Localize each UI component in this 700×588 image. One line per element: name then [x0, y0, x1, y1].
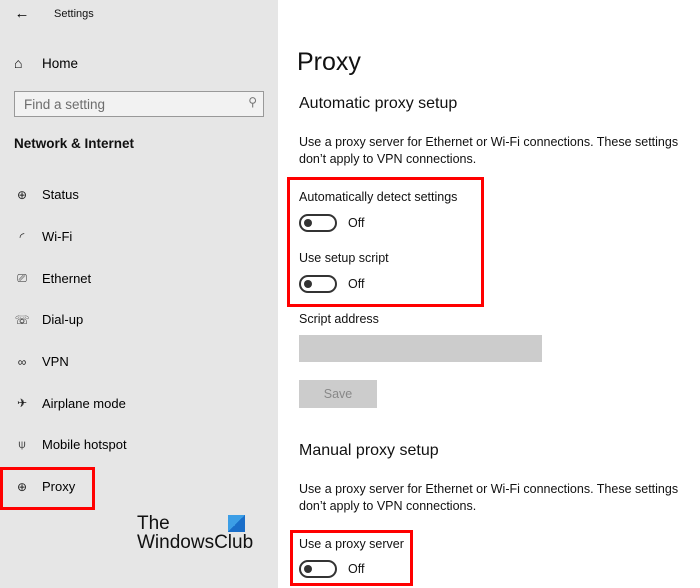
sidebar-item-label: Ethernet	[42, 270, 92, 286]
sidebar-item-label: Proxy	[42, 479, 76, 495]
search-input[interactable]	[15, 96, 235, 112]
use-proxy-toggle-row: Off	[299, 560, 364, 578]
script-address-input[interactable]	[299, 335, 542, 362]
script-address-label: Script address	[299, 312, 379, 326]
hotspot-icon: ⍦	[18, 437, 26, 452]
airplane-icon: ✈	[16, 396, 28, 411]
app-title: Settings	[54, 8, 94, 20]
phone-icon: ☏	[14, 312, 30, 327]
toggle-knob	[304, 565, 312, 573]
save-button[interactable]: Save	[299, 380, 377, 408]
auto-detect-label: Automatically detect settings	[299, 190, 458, 204]
status-icon: ⊕	[16, 187, 28, 202]
windowsclub-logo: The WindowsClub	[137, 514, 253, 552]
automatic-proxy-heading: Automatic proxy setup	[299, 95, 458, 112]
setup-script-state: Off	[348, 277, 365, 291]
auto-detect-toggle[interactable]	[299, 214, 337, 232]
globe-icon: ⊕	[16, 479, 28, 494]
use-proxy-toggle[interactable]	[299, 560, 337, 578]
sidebar-item-dialup[interactable]: ☏ Dial-up	[0, 299, 278, 341]
wifi-icon: ◜	[19, 229, 25, 244]
toggle-knob	[304, 219, 312, 227]
sidebar-item-label: Airplane mode	[42, 395, 126, 411]
sidebar-item-vpn[interactable]: ∞ VPN	[0, 341, 278, 383]
back-arrow-icon[interactable]: ←	[12, 4, 32, 24]
sidebar-item-label: VPN	[42, 354, 69, 370]
setup-script-toggle-row: Off	[299, 275, 364, 293]
vpn-icon: ∞	[17, 354, 27, 369]
sidebar-item-label: Dial-up	[42, 312, 84, 328]
manual-proxy-description: Use a proxy server for Ethernet or Wi-Fi…	[299, 482, 679, 513]
ethernet-icon: ⎚	[17, 270, 27, 285]
home-label: Home	[42, 55, 79, 71]
toggle-knob	[304, 280, 312, 288]
sidebar-item-wifi[interactable]: ◜ Wi-Fi	[0, 216, 278, 258]
sidebar-nav: ⊕ Status ◜ Wi-Fi ⎚ Ethernet ☏ Dial-up ∞ …	[0, 174, 278, 508]
automatic-proxy-description: Use a proxy server for Ethernet or Wi-Fi…	[299, 135, 679, 166]
search-box[interactable]: ⚲	[14, 91, 264, 117]
sidebar-item-home[interactable]: ⌂ Home	[14, 52, 78, 74]
sidebar-item-label: Wi-Fi	[42, 229, 73, 245]
sidebar-item-label: Mobile hotspot	[42, 437, 127, 453]
main-content: Proxy Automatic proxy setup Use a proxy …	[278, 0, 700, 588]
sidebar-item-label: Status	[42, 187, 79, 203]
auto-detect-toggle-row: Off	[299, 214, 364, 232]
search-icon[interactable]: ⚲	[248, 95, 257, 109]
windows-flag-icon	[228, 515, 245, 532]
auto-detect-state: Off	[348, 216, 365, 230]
section-title: Network & Internet	[14, 136, 135, 151]
setup-script-label: Use setup script	[299, 251, 389, 265]
sidebar: ← Settings ⌂ Home ⚲ Network & Internet ⊕…	[0, 0, 278, 588]
manual-proxy-heading: Manual proxy setup	[299, 442, 439, 459]
sidebar-item-airplane-mode[interactable]: ✈ Airplane mode	[0, 382, 278, 424]
title-bar: ← Settings	[0, 0, 278, 30]
home-icon: ⌂	[14, 55, 23, 71]
setup-script-toggle[interactable]	[299, 275, 337, 293]
page-title: Proxy	[297, 48, 361, 76]
sidebar-item-ethernet[interactable]: ⎚ Ethernet	[0, 257, 278, 299]
logo-line2: WindowsClub	[137, 532, 254, 553]
sidebar-item-proxy[interactable]: ⊕ Proxy	[0, 466, 278, 508]
use-proxy-state: Off	[348, 562, 365, 576]
sidebar-item-status[interactable]: ⊕ Status	[0, 174, 278, 216]
use-proxy-label: Use a proxy server	[299, 537, 404, 551]
sidebar-item-mobile-hotspot[interactable]: ⍦ Mobile hotspot	[0, 424, 278, 466]
